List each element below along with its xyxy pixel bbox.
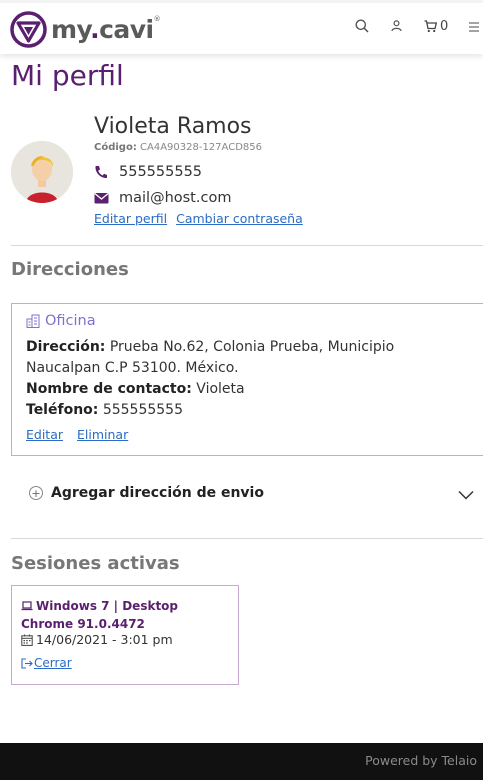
edit-address-link[interactable]: Editar xyxy=(26,427,63,442)
avatar xyxy=(11,141,73,203)
calendar-icon xyxy=(21,634,33,646)
divider xyxy=(11,245,483,246)
user-account-icon[interactable] xyxy=(391,20,402,32)
chevron-down-icon xyxy=(458,485,474,504)
footer: Powered by Telaio xyxy=(0,743,483,780)
sign-out-icon xyxy=(21,657,34,669)
profile-links: Editar perfil Cambiar contraseña xyxy=(94,211,303,226)
profile-phone: 555555555 xyxy=(119,164,203,180)
session-device: Windows 7 | Desktop Chrome 91.0.4472 xyxy=(21,599,179,631)
cart-icon xyxy=(424,20,437,33)
address-card: Oficina Dirección: Prueba No.62, Colonia… xyxy=(11,303,483,456)
profile-email: mail@host.com xyxy=(119,190,232,206)
brand-logo[interactable]: my.cavi® xyxy=(10,11,161,48)
change-password-link[interactable]: Cambiar contraseña xyxy=(176,211,303,226)
footer-powered-by: Powered by Telaio xyxy=(365,753,477,768)
plus-circle-icon: + xyxy=(29,486,43,500)
email-row: mail@host.com xyxy=(94,190,231,206)
profile-name: Violeta Ramos xyxy=(94,114,252,139)
divider xyxy=(11,538,483,539)
session-card: Windows 7 | Desktop Chrome 91.0.4472 14/… xyxy=(11,585,239,685)
close-session-link[interactable]: Cerrar xyxy=(21,656,72,670)
cart-count: 0 xyxy=(440,19,449,34)
envelope-icon xyxy=(94,192,110,204)
address-line-1: Dirección: Prueba No.62, Colonia Prueba,… xyxy=(26,339,395,355)
laptop-icon xyxy=(21,599,33,616)
hamburger-menu-icon[interactable] xyxy=(469,22,479,32)
customer-code: Código: CA4A90328-127ACD856 xyxy=(94,142,262,153)
address-actions: Editar Eliminar xyxy=(26,427,128,442)
search-icon[interactable] xyxy=(355,19,369,33)
logo-wordmark: my.cavi® xyxy=(51,15,161,44)
address-contact: Nombre de contacto: Violeta xyxy=(26,381,245,397)
delete-address-link[interactable]: Eliminar xyxy=(77,427,128,442)
add-address-label: Agregar dirección de envio xyxy=(51,485,264,501)
sessions-section-title: Sesiones activas xyxy=(11,553,180,574)
page-title: Mi perfil xyxy=(11,59,124,92)
add-shipping-address-toggle[interactable]: + Agregar dirección de envio xyxy=(29,483,474,503)
address-line-2: Naucalpan C.P 53100. México. xyxy=(26,360,239,376)
cart-button[interactable]: 0 xyxy=(424,19,448,34)
top-navbar: my.cavi® 0 xyxy=(0,0,483,54)
session-datetime: 14/06/2021 - 3:01 pm xyxy=(21,632,173,647)
addresses-section-title: Direcciones xyxy=(11,259,129,280)
edit-profile-link[interactable]: Editar perfil xyxy=(94,211,167,226)
address-phone: Teléfono: 555555555 xyxy=(26,402,183,418)
logo-mark-icon xyxy=(10,11,47,48)
building-icon xyxy=(26,314,40,328)
phone-icon xyxy=(94,165,110,179)
close-session-text[interactable]: Cerrar xyxy=(34,656,72,670)
phone-row: 555555555 xyxy=(94,164,202,180)
address-label: Oficina xyxy=(26,313,96,329)
